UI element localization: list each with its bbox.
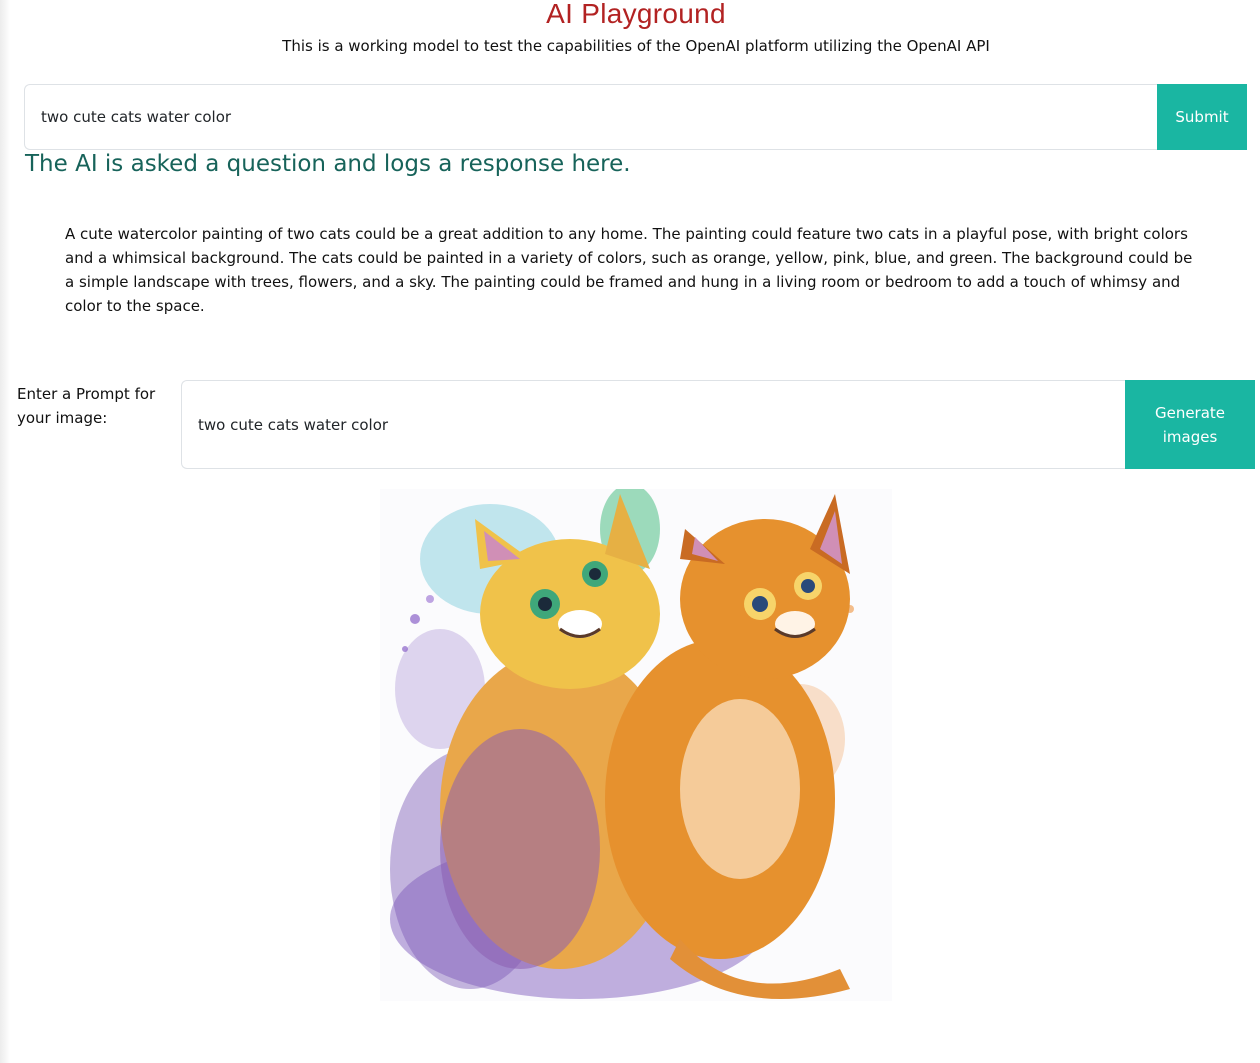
- image-prompt-input[interactable]: [181, 380, 1125, 469]
- left-edge-shadow: [0, 0, 10, 1063]
- image-prompt-label: Enter a Prompt for your image:: [17, 385, 156, 427]
- response-heading: The AI is asked a question and logs a re…: [25, 151, 631, 177]
- page-title: AI Playground: [546, 0, 726, 29]
- image-prompt-form: Generate images: [181, 380, 1255, 469]
- submit-button[interactable]: Submit: [1157, 84, 1247, 150]
- generate-images-button[interactable]: Generate images: [1125, 380, 1255, 469]
- page: AI Playground This is a working model to…: [0, 0, 1260, 1063]
- response-text: A cute watercolor painting of two cats c…: [65, 225, 1193, 315]
- page-subtitle: This is a working model to test the capa…: [282, 37, 990, 55]
- question-form: Submit: [24, 84, 1247, 150]
- question-input[interactable]: [24, 84, 1157, 150]
- generated-cats-image: [380, 489, 892, 1001]
